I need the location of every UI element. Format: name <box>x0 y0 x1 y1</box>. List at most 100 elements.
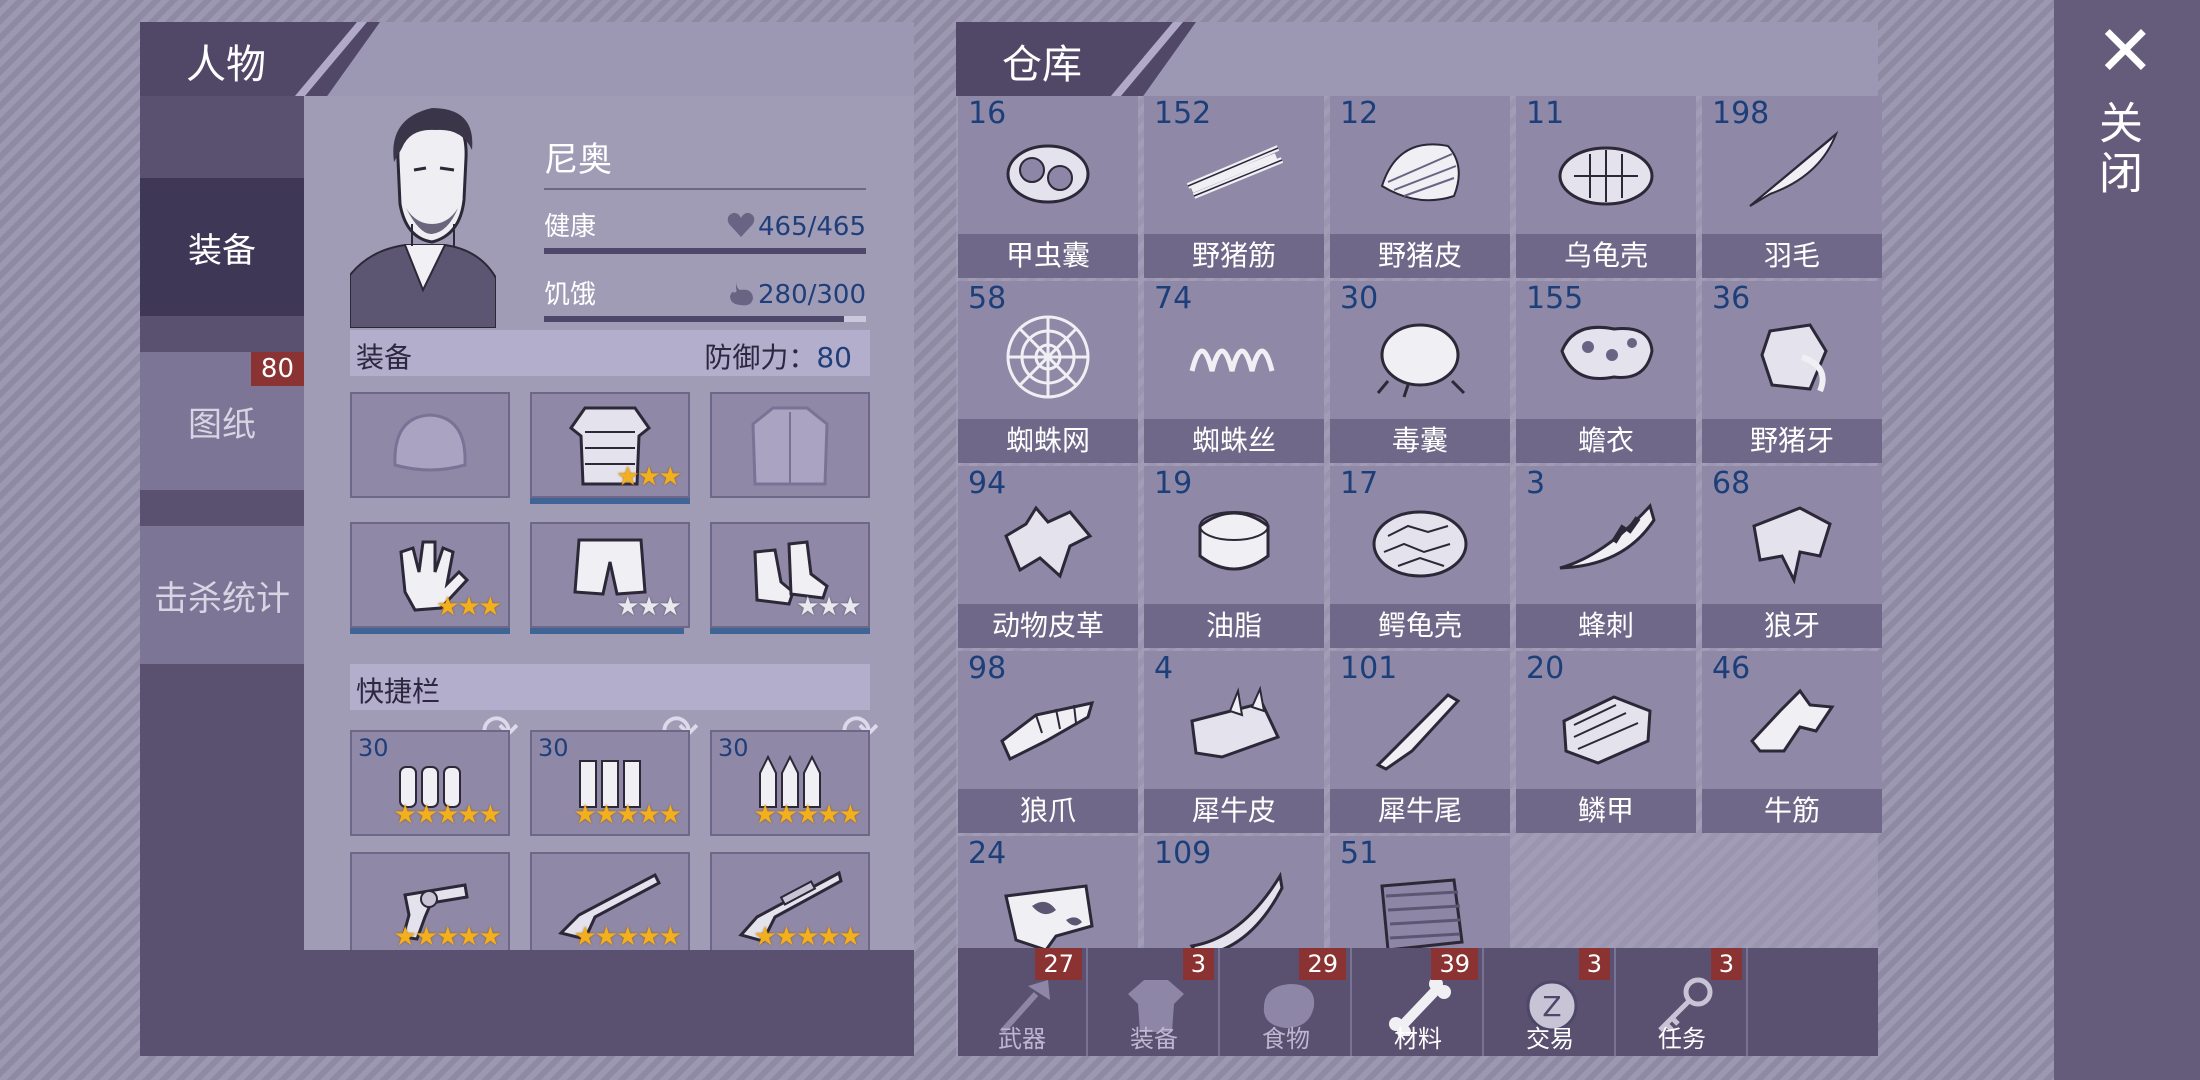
inventory-item[interactable]: 3 蜂刺 <box>1516 466 1696 648</box>
inventory-item[interactable]: 46 牛筋 <box>1702 651 1882 833</box>
quickbar-ammo-slot[interactable]: 30 ★★★★★ <box>350 730 510 836</box>
inventory-item[interactable]: 58 蜘蛛网 <box>958 281 1138 463</box>
quickbar-weapon-slot[interactable]: ★★★★★ <box>530 852 690 964</box>
quickbar-weapon-slot[interactable]: ★★★★★ <box>350 852 510 964</box>
health-value: 465/465 <box>757 212 866 242</box>
item-name: 野猪筋 <box>1144 234 1324 278</box>
inventory-item[interactable]: 17 鳄龟壳 <box>1330 466 1510 648</box>
helmet-slot[interactable] <box>350 392 510 498</box>
trade-badge: 3 <box>1578 948 1610 980</box>
ammo-stars: ★★★★★ <box>753 800 862 830</box>
tab-quests[interactable]: 3 任务 <box>1618 948 1748 1056</box>
item-name: 狼爪 <box>958 789 1138 833</box>
jacket-slot[interactable] <box>710 392 870 498</box>
armor-durability-bar <box>530 498 690 504</box>
inventory-item[interactable]: 94 动物皮革 <box>958 466 1138 648</box>
pants-stars: ★★★ <box>616 592 682 622</box>
hunger-value: 280/300 <box>757 280 866 310</box>
quests-badge: 3 <box>1710 948 1742 980</box>
item-name: 狼牙 <box>1702 604 1882 648</box>
item-name: 野猪牙 <box>1702 419 1882 463</box>
inventory-item[interactable]: 198 羽毛 <box>1702 96 1882 278</box>
boots-slot[interactable]: ★★★ <box>710 522 870 634</box>
tab-blueprints-label: 图纸 <box>188 404 256 445</box>
tab-equipment[interactable]: 装备 <box>140 178 304 316</box>
inventory-item[interactable]: 12 野猪皮 <box>1330 96 1510 278</box>
inventory-item[interactable]: 68 狼牙 <box>1702 466 1882 648</box>
health-bar-fill <box>544 248 866 254</box>
materials-badge: 39 <box>1431 948 1478 980</box>
cow-hide-icon <box>1004 884 1094 952</box>
tab-weapons[interactable]: 27 武器 <box>958 948 1088 1056</box>
ammo-stars: ★★★★★ <box>393 800 502 830</box>
ammo-count: 30 <box>718 734 749 762</box>
turtle-shell-icon <box>1558 146 1654 206</box>
item-name: 犀牛皮 <box>1144 789 1324 833</box>
quickbar-label: 快捷栏 <box>356 675 441 708</box>
inventory-item[interactable]: 98 狼爪 <box>958 651 1138 833</box>
gloves-slot[interactable]: ★★★ <box>350 522 510 634</box>
character-portrait <box>350 100 496 328</box>
quickbar-weapon-slot[interactable]: ★★★★★ <box>710 852 870 964</box>
content-footer <box>304 950 914 1056</box>
trade-label: 交易 <box>1526 1025 1574 1053</box>
health-bar <box>544 248 866 254</box>
armor-slot[interactable]: ★★★ <box>530 392 690 504</box>
item-name: 鳄龟壳 <box>1330 604 1510 648</box>
close-icon[interactable]: ✕ <box>2096 16 2155 86</box>
item-name: 甲虫囊 <box>958 234 1138 278</box>
inventory-title: 仓库 <box>1002 42 1082 88</box>
health-stat: 健康 465/465 <box>544 206 866 254</box>
close-label[interactable]: 关闭 <box>2091 100 2148 200</box>
tab-blueprints[interactable]: 图纸 80 <box>140 352 304 490</box>
inventory-header: 仓库 <box>956 22 1878 96</box>
tab-kill-stats[interactable]: 击杀统计 <box>140 526 304 664</box>
inventory-item[interactable]: 11 乌龟壳 <box>1516 96 1696 278</box>
grease-icon <box>1198 511 1270 571</box>
quests-label: 任务 <box>1658 1025 1706 1053</box>
inventory-item[interactable]: 155 蟾衣 <box>1516 281 1696 463</box>
feather-icon <box>1749 130 1839 207</box>
quickbar-ammo-slot[interactable]: 30 ★★★★★ <box>710 730 870 836</box>
side-tabs: 装备 图纸 80 击杀统计 <box>140 96 304 1056</box>
stomach-icon <box>730 280 753 306</box>
armor-stars: ★★★ <box>616 462 682 492</box>
tab-food[interactable]: 29 食物 <box>1222 948 1352 1056</box>
inventory-item[interactable]: 74 蜘蛛丝 <box>1144 281 1324 463</box>
character-name: 尼奥 <box>544 140 612 180</box>
character-header: 人物 <box>140 22 914 96</box>
beetle-sac-icon <box>1006 144 1090 204</box>
tab-materials[interactable]: 39 材料 <box>1354 948 1484 1056</box>
gear-badge: 3 <box>1182 948 1214 980</box>
tab-kill-stats-label: 击杀统计 <box>154 578 290 619</box>
item-count: 3 <box>1526 466 1546 501</box>
wolf-fang-icon <box>1752 506 1832 585</box>
pants-slot[interactable]: ★★★ <box>530 522 690 634</box>
heart-icon <box>727 212 755 237</box>
food-label: 食物 <box>1262 1025 1310 1053</box>
weapon-stars: ★★★★★ <box>573 922 682 952</box>
equipment-section-label: 装备 <box>356 341 413 374</box>
tab-gear[interactable]: 3 装备 <box>1090 948 1220 1056</box>
inventory-item[interactable]: 30 毒囊 <box>1330 281 1510 463</box>
close-sidebar[interactable]: ✕ 关闭 <box>2054 0 2200 1080</box>
item-count: 4 <box>1154 651 1174 686</box>
rhino-hide-icon <box>1190 685 1281 759</box>
defense-label: 防御力： <box>704 341 817 374</box>
scale-armor-icon <box>1562 695 1652 765</box>
inventory-item[interactable]: 4 犀牛皮 <box>1144 651 1324 833</box>
rhino-tail-icon <box>1375 693 1461 771</box>
boar-hide-icon <box>1380 143 1460 202</box>
inventory-item[interactable]: 19 油脂 <box>1144 466 1324 648</box>
inventory-item[interactable]: 36 野猪牙 <box>1702 281 1882 463</box>
quickbar-ammo-slot[interactable]: 30 ★★★★★ <box>530 730 690 836</box>
inventory-item[interactable]: 20 鳞甲 <box>1516 651 1696 833</box>
wolf-claw-icon <box>1000 701 1095 762</box>
tab-trade[interactable]: Z 3 交易 <box>1486 948 1616 1056</box>
inventory-item[interactable]: 152 野猪筋 <box>1144 96 1324 278</box>
spider-web-icon <box>1006 315 1090 399</box>
inventory-item[interactable]: 101 犀牛尾 <box>1330 651 1510 833</box>
inventory-item[interactable]: 16 甲虫囊 <box>958 96 1138 278</box>
ammo-count: 30 <box>538 734 569 762</box>
category-tabs: 27 武器 3 装备 29 食物 39 材料 Z 3 交易 3 任务 <box>958 948 1878 1056</box>
